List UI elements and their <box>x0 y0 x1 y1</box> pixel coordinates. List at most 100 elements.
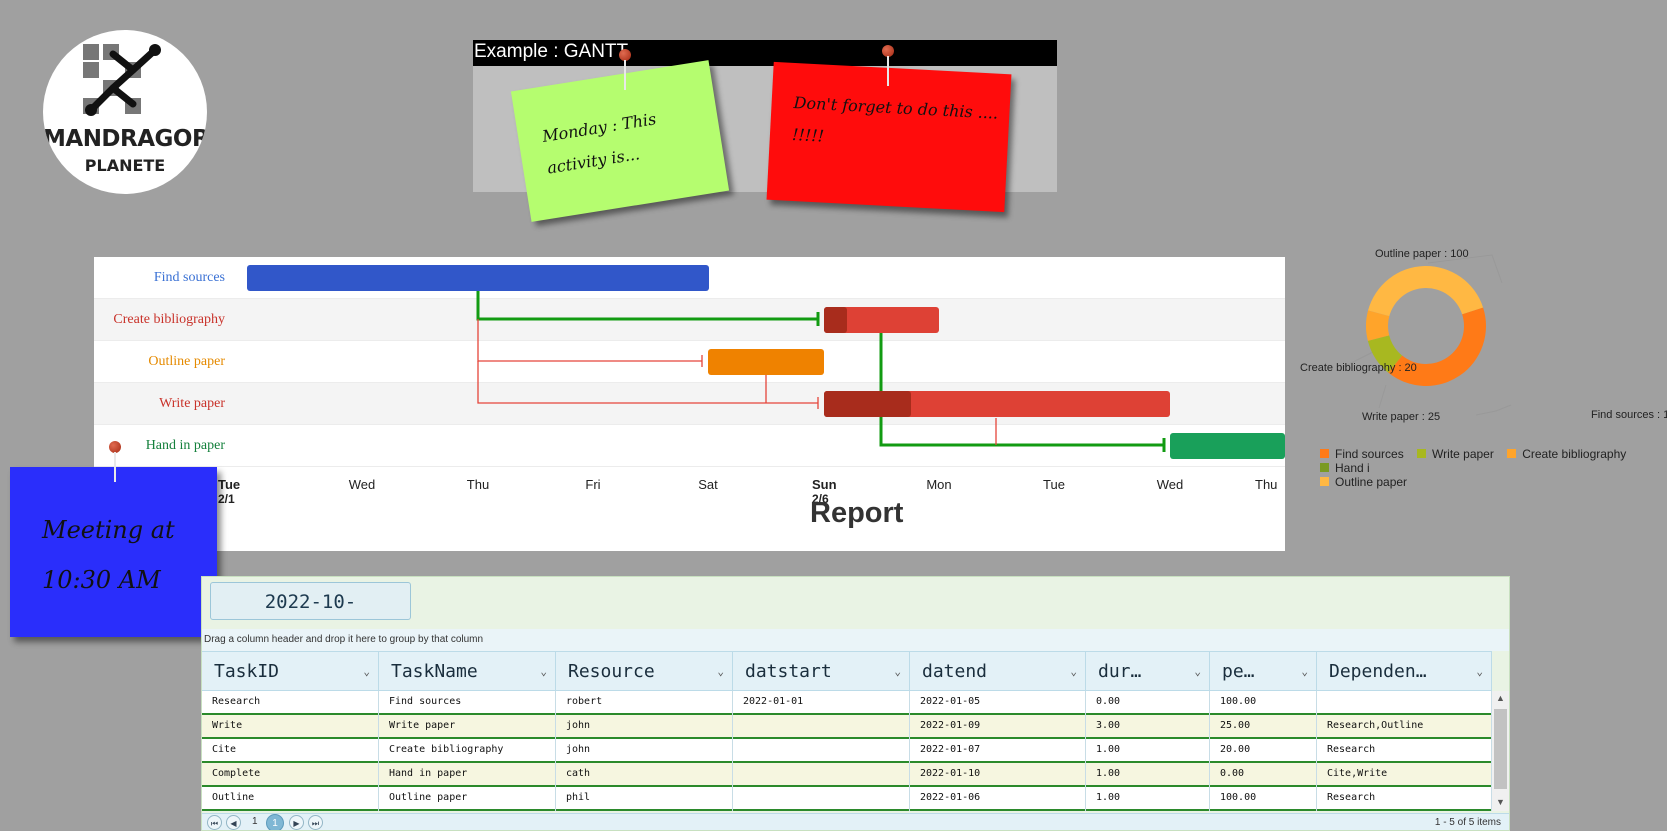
last-page-icon[interactable]: ⏭ <box>308 815 323 830</box>
donut-label: Create bibliography : 20 <box>1300 362 1417 374</box>
pager-info: 1 - 5 of 5 items <box>1434 817 1501 828</box>
table-cell: 3.00 <box>1086 715 1210 739</box>
gantt-day-label: Fri <box>563 477 623 492</box>
table-cell: 100.00 <box>1210 787 1317 811</box>
table-row[interactable]: Cite Create bibliography john 2022-01-07… <box>202 739 1492 763</box>
donut-slice-outline-paper[interactable] <box>1368 266 1484 317</box>
chevron-down-icon[interactable]: ⌄ <box>717 652 724 690</box>
report-title: Report <box>810 497 904 529</box>
logo-mark-icon <box>83 44 161 116</box>
table-cell: Outline <box>202 787 379 811</box>
column-header-label: Resource <box>568 661 655 682</box>
column-header-taskid[interactable]: TaskID ⌄ <box>202 652 379 690</box>
table-cell: 2022-01-07 <box>910 739 1086 763</box>
chevron-down-icon[interactable]: ⌄ <box>363 652 370 690</box>
legend-swatch <box>1417 449 1427 458</box>
clock-display: 2022-10-0516:57:50 <box>210 582 411 651</box>
column-header-datstart[interactable]: datstart ⌄ <box>733 652 910 690</box>
legend-swatch <box>1320 463 1329 472</box>
table-cell <box>1317 691 1492 715</box>
legend-swatch <box>1320 477 1329 486</box>
table-row[interactable]: Write Write paper john 2022-01-09 3.00 2… <box>202 715 1492 739</box>
scroll-up-icon[interactable]: ▲ <box>1496 693 1505 703</box>
column-header-percent[interactable]: pe… ⌄ <box>1210 652 1317 690</box>
table-cell <box>733 763 910 787</box>
day-name: Thu <box>1255 477 1278 492</box>
gantt-bar-find-sources <box>247 265 709 291</box>
column-header-resource[interactable]: Resource ⌄ <box>556 652 733 690</box>
sticky-note-blue[interactable]: Meeting at 10:30 AM <box>10 467 217 637</box>
example-title: Example : GANTT <box>473 40 1057 66</box>
table-cell: Create bibliography <box>379 739 556 763</box>
table-cell: Research,Outline <box>1317 715 1492 739</box>
current-page[interactable]: 1 <box>266 814 284 830</box>
table-cell: 100.00 <box>1210 691 1317 715</box>
legend-swatch <box>1320 449 1329 458</box>
column-header-label: Dependen… <box>1329 661 1427 682</box>
column-header-duration[interactable]: dur… ⌄ <box>1086 652 1210 690</box>
column-header-label: datend <box>922 661 988 682</box>
day-name: Tue <box>1043 477 1065 492</box>
next-page-icon[interactable]: ▶ <box>289 815 304 830</box>
scroll-down-icon[interactable]: ▼ <box>1496 797 1505 807</box>
gantt-day-label: Thu <box>1255 477 1285 492</box>
table-cell: 25.00 <box>1210 715 1317 739</box>
table-cell: Outline paper <box>379 787 556 811</box>
chevron-down-icon[interactable]: ⌄ <box>1070 652 1077 690</box>
sticky-note-red[interactable]: Don't forget to do this .... !!!!! <box>766 61 1012 213</box>
table-cell: Research <box>1317 787 1492 811</box>
page-number[interactable]: 1 <box>252 816 258 827</box>
legend-label: Hand i <box>1335 461 1370 475</box>
vertical-scrollbar[interactable]: ▲ ▼ <box>1492 691 1509 811</box>
table-row[interactable]: Research Find sources robert 2022-01-01 … <box>202 691 1492 715</box>
legend-label: Outline paper <box>1335 475 1408 489</box>
gantt-day-label: Wed <box>332 477 392 492</box>
group-drop-area[interactable]: Drag a column header and drop it here to… <box>202 629 1509 651</box>
chevron-down-icon[interactable]: ⌄ <box>540 652 547 690</box>
chevron-down-icon[interactable]: ⌄ <box>1301 652 1308 690</box>
table-cell: Cite,Write <box>1317 763 1492 787</box>
donut-slice-find-sources[interactable] <box>1388 307 1486 386</box>
chevron-down-icon[interactable]: ⌄ <box>1476 652 1483 690</box>
scrollbar-thumb[interactable] <box>1494 709 1507 789</box>
legend-item[interactable]: Outline paper <box>1320 475 1407 489</box>
donut-chart-svg <box>1340 254 1512 416</box>
day-name: Sat <box>698 477 718 492</box>
day-name: Tue <box>218 477 241 492</box>
mandragora-logo: MANDRAGORA PLANETE <box>43 30 207 194</box>
gantt-day-label: Sat <box>678 477 738 492</box>
legend-item[interactable]: Find sources <box>1320 447 1404 461</box>
column-header-datend[interactable]: datend ⌄ <box>910 652 1086 690</box>
chevron-down-icon[interactable]: ⌄ <box>1194 652 1201 690</box>
table-cell: 2022-01-06 <box>910 787 1086 811</box>
day-name: Wed <box>1156 477 1184 492</box>
table-row[interactable]: Outline Outline paper phil 2022-01-06 1.… <box>202 787 1492 811</box>
legend-item[interactable]: Create bibliography <box>1507 447 1626 461</box>
table-cell <box>733 787 910 811</box>
chevron-down-icon[interactable]: ⌄ <box>894 652 901 690</box>
column-header-label: pe… <box>1222 661 1255 682</box>
donut-label: Outline paper : 100 <box>1375 248 1469 260</box>
sticky-note-text: Don't forget to do this .... !!!!! <box>791 92 999 146</box>
logo-subtitle: PLANETE <box>84 156 166 175</box>
legend-item[interactable]: Hand i <box>1320 461 1370 475</box>
table-cell: john <box>556 739 733 763</box>
legend-item[interactable]: Write paper <box>1417 447 1494 461</box>
logo-wordmark: MANDRAGORA <box>43 126 207 152</box>
table-cell: 0.00 <box>1210 763 1317 787</box>
table-cell: Write paper <box>379 715 556 739</box>
table-row[interactable]: Complete Hand in paper cath 2022-01-10 1… <box>202 763 1492 787</box>
gantt-bar-outline-paper <box>708 349 824 375</box>
table-cell: Write <box>202 715 379 739</box>
donut-chart: Outline paper : 100 Create bibliography … <box>1286 245 1667 475</box>
first-page-icon[interactable]: ⏮ <box>207 815 222 830</box>
donut-label: Find sources : 1 <box>1591 409 1667 421</box>
callout-line <box>1378 384 1387 409</box>
column-header-taskname[interactable]: TaskName ⌄ <box>379 652 556 690</box>
prev-page-icon[interactable]: ◀ <box>226 815 241 830</box>
table-cell: Research <box>1317 739 1492 763</box>
grid-header: TaskID ⌄ TaskName ⌄ Resource ⌄ datstart ⌄ da… <box>202 651 1492 691</box>
table-cell: 1.00 <box>1086 739 1210 763</box>
gantt-bars-svg <box>247 265 1285 459</box>
column-header-dependencies[interactable]: Dependen… ⌄ <box>1317 652 1492 690</box>
